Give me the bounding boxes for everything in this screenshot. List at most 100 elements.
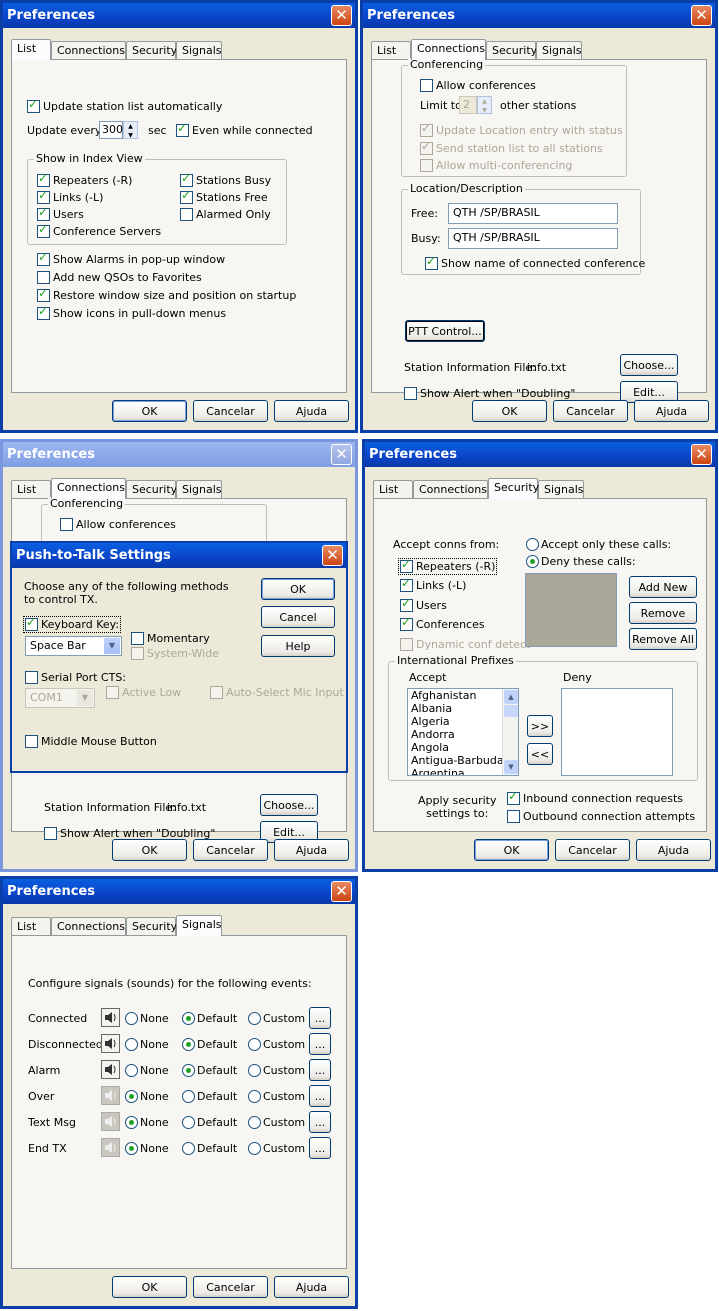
show-conf-name-checkbox[interactable]: Show name of connected conference: [425, 255, 645, 270]
ok-button[interactable]: OK: [472, 400, 547, 422]
signal-browse-button[interactable]: ...: [309, 1137, 331, 1159]
signal-custom-radio[interactable]: Custom: [248, 1012, 305, 1025]
speaker-icon[interactable]: [101, 1086, 120, 1105]
signal-browse-button[interactable]: ...: [309, 1085, 331, 1107]
send-station-list-checkbox[interactable]: Send station list to all stations: [420, 140, 603, 155]
cancel-button[interactable]: Cancelar: [193, 1276, 268, 1298]
ok-button[interactable]: OK: [112, 400, 187, 422]
accept-repeaters-checkbox[interactable]: Repeaters (-R): [397, 558, 498, 575]
signal-default-radio[interactable]: Default: [182, 1064, 237, 1077]
show-alert-doubling-checkbox[interactable]: Show Alert when "Doubling": [404, 387, 575, 400]
add-new-button[interactable]: Add New: [629, 576, 697, 598]
close-icon[interactable]: ✕: [691, 5, 712, 26]
speaker-icon[interactable]: [101, 1034, 120, 1053]
index-stations-busy-checkbox[interactable]: Stations Busy: [180, 172, 271, 187]
tab-connections[interactable]: Connections: [51, 41, 126, 59]
cancel-button[interactable]: Cancelar: [553, 400, 628, 422]
ptt-ok-button[interactable]: OK: [261, 578, 335, 600]
index-conference-servers-checkbox[interactable]: Conference Servers: [37, 223, 161, 238]
tab-connections[interactable]: Connections: [51, 478, 126, 499]
index-stations-free-checkbox[interactable]: Stations Free: [180, 189, 268, 204]
signal-default-radio[interactable]: Default: [182, 1142, 237, 1155]
update-location-checkbox[interactable]: Update Location entry with status: [420, 122, 623, 137]
signal-default-radio[interactable]: Default: [182, 1012, 237, 1025]
close-icon[interactable]: ✕: [331, 5, 352, 26]
tab-signals[interactable]: Signals: [176, 480, 222, 498]
tab-security[interactable]: Security: [488, 478, 539, 499]
index-alarmed-only-checkbox[interactable]: Alarmed Only: [180, 208, 271, 221]
cancel-button[interactable]: Cancelar: [555, 839, 630, 861]
scroll-thumb[interactable]: [504, 705, 518, 717]
speaker-icon[interactable]: [101, 1060, 120, 1079]
ok-button[interactable]: OK: [112, 1276, 187, 1298]
signal-browse-button[interactable]: ...: [309, 1033, 331, 1055]
cancel-button[interactable]: Cancelar: [193, 839, 268, 861]
show-icons-menus-checkbox[interactable]: Show icons in pull-down menus: [37, 305, 226, 320]
signal-default-radio[interactable]: Default: [182, 1090, 237, 1103]
outbound-checkbox[interactable]: Outbound connection attempts: [507, 810, 695, 823]
signal-custom-radio[interactable]: Custom: [248, 1142, 305, 1155]
update-auto-checkbox[interactable]: Update station list automatically: [27, 98, 222, 113]
help-button[interactable]: Ajuda: [274, 400, 349, 422]
tab-security[interactable]: Security: [486, 41, 537, 59]
signal-none-radio[interactable]: None: [125, 1142, 169, 1155]
accept-users-checkbox[interactable]: Users: [400, 597, 447, 612]
inbound-checkbox[interactable]: Inbound connection requests: [507, 790, 683, 805]
title-bar[interactable]: Preferences ✕: [363, 3, 715, 28]
interval-input[interactable]: 300: [99, 121, 123, 139]
help-button[interactable]: Ajuda: [274, 839, 349, 861]
vertical-scrollbar[interactable]: ▲ ▼: [502, 689, 518, 775]
deny-prefix-list[interactable]: [561, 688, 673, 776]
tab-list[interactable]: List: [11, 39, 51, 60]
momentary-checkbox[interactable]: Momentary: [131, 632, 210, 645]
close-icon[interactable]: ✕: [691, 444, 712, 465]
signal-custom-radio[interactable]: Custom: [248, 1038, 305, 1051]
move-right-button[interactable]: >>: [527, 715, 553, 737]
tab-security[interactable]: Security: [126, 41, 177, 59]
signal-none-radio[interactable]: None: [125, 1012, 169, 1025]
limit-spinner[interactable]: ▲ ▼: [477, 96, 492, 114]
limit-input[interactable]: 2: [459, 96, 477, 114]
deny-these-radio[interactable]: Deny these calls:: [526, 555, 636, 568]
signal-custom-radio[interactable]: Custom: [248, 1116, 305, 1129]
signal-custom-radio[interactable]: Custom: [248, 1064, 305, 1077]
tab-list[interactable]: List: [11, 480, 51, 498]
ptt-cancel-button[interactable]: Cancel: [261, 606, 335, 628]
speaker-icon[interactable]: [101, 1008, 120, 1027]
scroll-up-icon[interactable]: ▲: [504, 690, 518, 704]
close-icon[interactable]: ✕: [322, 545, 343, 566]
even-connected-checkbox[interactable]: Even while connected: [176, 122, 313, 137]
title-bar[interactable]: Push-to-Talk Settings ✕: [12, 543, 346, 568]
ok-button[interactable]: OK: [112, 839, 187, 861]
signal-browse-button[interactable]: ...: [309, 1007, 331, 1029]
tab-list[interactable]: List: [11, 917, 51, 935]
tab-signals[interactable]: Signals: [538, 480, 584, 498]
tab-connections[interactable]: Connections: [51, 917, 126, 935]
com-port-select[interactable]: COM1 ▼: [25, 688, 95, 708]
middle-mouse-checkbox[interactable]: Middle Mouse Button: [25, 735, 157, 748]
title-bar[interactable]: Preferences ✕: [3, 3, 355, 28]
tab-connections[interactable]: Connections: [413, 480, 488, 498]
index-links-checkbox[interactable]: Links (-L): [37, 189, 103, 204]
chevron-down-icon[interactable]: ▼: [104, 638, 120, 654]
signal-none-radio[interactable]: None: [125, 1064, 169, 1077]
tab-security[interactable]: Security: [126, 480, 177, 498]
help-button[interactable]: Ajuda: [274, 1276, 349, 1298]
key-select[interactable]: Space Bar ▼: [25, 636, 122, 656]
index-repeaters-checkbox[interactable]: Repeaters (-R): [37, 172, 132, 187]
signal-none-radio[interactable]: None: [125, 1090, 169, 1103]
close-icon[interactable]: ✕: [331, 881, 352, 902]
speaker-icon[interactable]: [101, 1138, 120, 1157]
remove-all-button[interactable]: Remove All: [629, 628, 697, 650]
ok-button[interactable]: OK: [474, 839, 549, 861]
auto-select-mic-checkbox[interactable]: Auto-Select Mic Input: [210, 686, 344, 699]
signal-none-radio[interactable]: None: [125, 1116, 169, 1129]
allow-multi-conf-checkbox[interactable]: Allow multi-conferencing: [420, 159, 572, 172]
signal-browse-button[interactable]: ...: [309, 1059, 331, 1081]
tab-list[interactable]: List: [371, 41, 411, 59]
tab-list[interactable]: List: [373, 480, 413, 498]
allow-conferences-checkbox[interactable]: Allow conferences: [60, 518, 176, 531]
signal-browse-button[interactable]: ...: [309, 1111, 331, 1133]
serial-port-cts-checkbox[interactable]: Serial Port CTS:: [25, 671, 126, 684]
chevron-down-icon[interactable]: ▼: [77, 690, 93, 706]
